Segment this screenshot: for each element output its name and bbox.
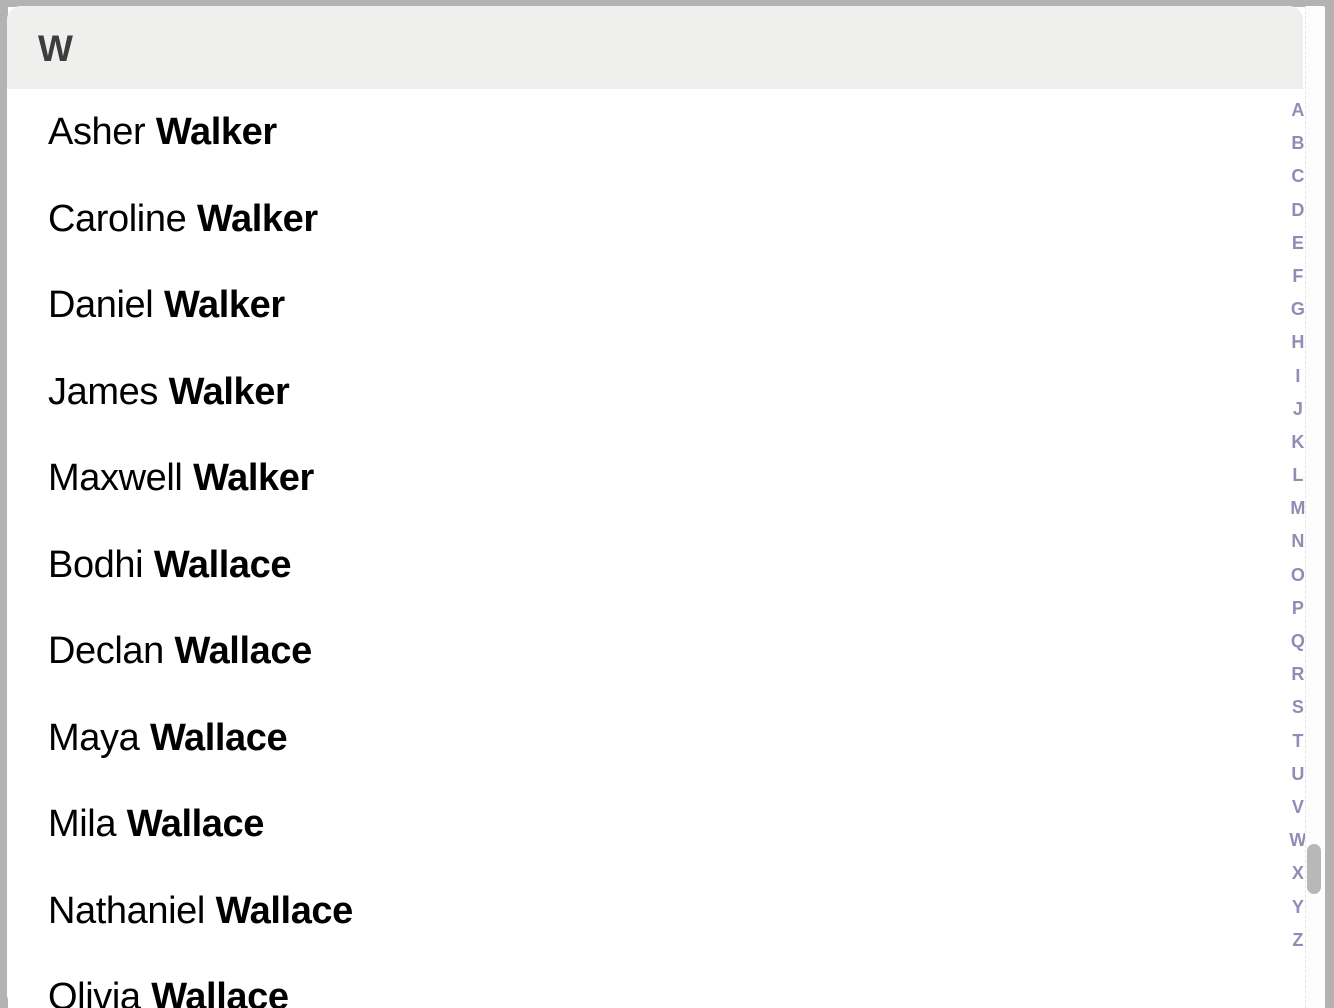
contact-row[interactable]: Mila Wallace [7, 781, 1303, 868]
contact-first-name: Bodhi [48, 543, 144, 586]
contact-last-name: Walker [155, 111, 277, 154]
contact-name: Caroline Walker [48, 196, 318, 242]
contact-last-name: Walker [193, 457, 314, 500]
vertical-scrollbar[interactable] [1305, 6, 1324, 1008]
app-window: W Asher Walker Caroline Walker Daniel Walker J… [0, 0, 1334, 1008]
contact-first-name: Asher [48, 111, 146, 154]
contact-name: Bodhi Wallace [48, 542, 292, 588]
contact-list-card: W Asher Walker Caroline Walker Daniel Walker J… [7, 6, 1303, 1008]
contact-last-name: Walker [163, 284, 285, 327]
contact-first-name: Declan [48, 630, 164, 673]
contact-row[interactable]: Declan Wallace [7, 608, 1303, 695]
contact-name: Mila Wallace [48, 801, 264, 847]
contact-name: Declan Wallace [48, 628, 312, 674]
contact-last-name: Wallace [174, 630, 313, 673]
contact-name: Daniel Walker [48, 282, 285, 328]
contact-row[interactable]: Daniel Walker [7, 262, 1303, 349]
contact-row[interactable]: Maya Wallace [7, 694, 1303, 781]
window-right-border [1325, 0, 1334, 1008]
contact-first-name: Maxwell [48, 457, 183, 500]
contact-first-name: Caroline [48, 197, 187, 240]
contact-name: Maya Wallace [48, 715, 288, 761]
contact-last-name: Wallace [215, 889, 354, 932]
contact-row[interactable]: Nathaniel Wallace [7, 867, 1303, 954]
contact-row[interactable]: Bodhi Wallace [7, 521, 1303, 608]
contact-name: Nathaniel Wallace [48, 888, 353, 934]
contact-row[interactable]: Olivia Wallace [7, 954, 1303, 1008]
contact-last-name: Walker [168, 370, 290, 413]
contact-row[interactable]: Asher Walker [7, 89, 1303, 176]
contact-name: Maxwell Walker [48, 455, 314, 501]
contact-first-name: Olivia [48, 976, 141, 1008]
contact-name: James Walker [48, 369, 290, 415]
contact-last-name: Wallace [153, 543, 292, 586]
contact-first-name: Mila [48, 803, 117, 846]
contact-list[interactable]: Asher Walker Caroline Walker Daniel Walker Jam… [7, 89, 1303, 1008]
contact-first-name: Nathaniel [48, 889, 205, 932]
scrollbar-thumb[interactable] [1307, 844, 1321, 894]
contact-row[interactable]: James Walker [7, 348, 1303, 435]
contact-name: Asher Walker [48, 109, 277, 155]
contact-last-name: Walker [196, 197, 318, 240]
contact-first-name: Maya [48, 716, 140, 759]
contact-row[interactable]: Maxwell Walker [7, 435, 1303, 522]
contact-name: Olivia Wallace [48, 974, 289, 1008]
contact-first-name: Daniel [48, 284, 154, 327]
section-header-letter: W [38, 28, 73, 69]
contact-last-name: Wallace [126, 803, 265, 846]
contact-last-name: Wallace [151, 976, 289, 1008]
section-header: W [7, 6, 1303, 89]
contact-last-name: Wallace [149, 716, 288, 759]
contact-first-name: James [48, 370, 158, 413]
contact-row[interactable]: Caroline Walker [7, 175, 1303, 262]
